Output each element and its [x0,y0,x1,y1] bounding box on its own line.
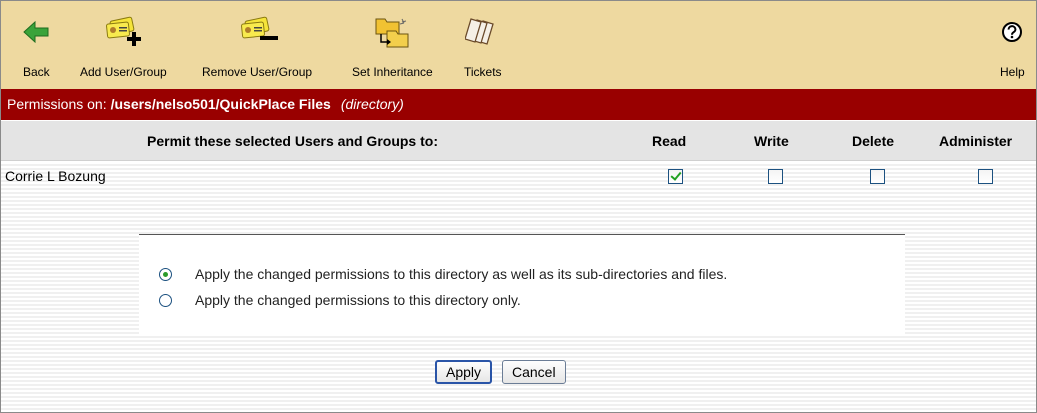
column-administer: Administer [939,133,1013,149]
apply-options-box: Apply the changed permissions to this di… [139,234,905,334]
back-arrow-icon [23,11,49,53]
add-user-group-label: Add User/Group [80,65,167,79]
toolbar: Back Add User/Group Remove User/Group Se… [1,1,1036,89]
tickets-button[interactable]: Tickets [464,11,502,79]
permissions-window: Back Add User/Group Remove User/Group Se… [0,0,1037,413]
write-checkbox[interactable] [768,169,783,184]
back-button[interactable]: Back [23,11,50,79]
recursive-label: Apply the changed permissions to this di… [195,266,728,282]
directory-only-label: Apply the changed permissions to this di… [195,292,521,308]
add-user-group-button[interactable]: Add User/Group [80,11,167,79]
cancel-button[interactable]: Cancel [502,360,566,384]
help-label: Help [1000,65,1025,79]
help-icon [1001,11,1023,53]
column-read: Read [652,133,687,149]
remove-user-group-icon [234,11,280,53]
remove-user-group-label: Remove User/Group [202,65,313,79]
set-inheritance-icon [373,11,411,53]
permissions-table-header: Permit these selected Users and Groups t… [1,121,1036,161]
help-button[interactable]: Help [1000,11,1025,79]
title-prefix: Permissions on: [7,96,107,112]
back-label: Back [23,65,50,79]
set-inheritance-label: Set Inheritance [352,65,433,79]
set-inheritance-button[interactable]: Set Inheritance [352,11,433,79]
remove-user-group-button[interactable]: Remove User/Group [202,11,312,79]
title-kind: (directory) [340,96,404,112]
read-checkbox[interactable] [668,169,683,184]
tickets-label: Tickets [464,65,502,79]
recursive-radio[interactable] [159,267,172,281]
table-row: Corrie L Bozung [1,162,1036,192]
add-user-group-icon [102,11,144,53]
option-directory-only[interactable]: Apply the changed permissions to this di… [159,292,521,308]
permit-header: Permit these selected Users and Groups t… [147,133,438,149]
delete-checkbox[interactable] [870,169,885,184]
user-name: Corrie L Bozung [5,168,106,184]
column-delete: Delete [852,133,895,149]
option-recursive[interactable]: Apply the changed permissions to this di… [159,266,727,282]
tickets-icon [464,11,501,53]
permissions-title-bar: Permissions on:/users/nelso501/QuickPlac… [1,89,1036,120]
apply-button[interactable]: Apply [435,360,493,384]
column-write: Write [754,133,789,149]
directory-only-radio[interactable] [159,293,172,307]
administer-checkbox[interactable] [978,169,993,184]
title-path: /users/nelso501/QuickPlace Files [110,96,331,112]
